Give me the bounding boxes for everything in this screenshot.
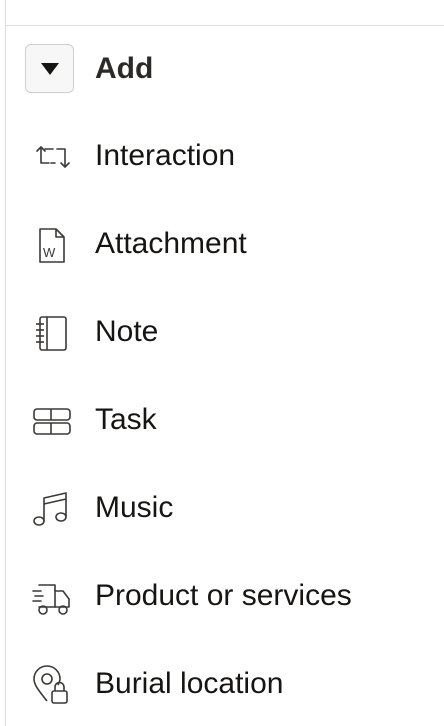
menu-item-label: Task bbox=[95, 403, 157, 436]
menu-item-label: Note bbox=[95, 315, 159, 348]
add-menu-panel: Add Interaction W Attachment Note Task M… bbox=[5, 0, 444, 726]
menu-item-label: Attachment bbox=[95, 227, 247, 260]
music-note-icon bbox=[31, 489, 71, 529]
menu-item-music[interactable]: Music bbox=[6, 477, 444, 537]
add-menu-label: Add bbox=[95, 52, 154, 85]
menu-item-attachment[interactable]: W Attachment bbox=[6, 213, 444, 273]
delivery-truck-icon bbox=[31, 577, 71, 617]
menu-item-note[interactable]: Note bbox=[6, 301, 444, 361]
add-menu-toggle-button[interactable] bbox=[25, 44, 74, 93]
location-lock-icon bbox=[31, 665, 71, 705]
menu-item-interaction[interactable]: Interaction bbox=[6, 125, 444, 185]
interaction-icon bbox=[31, 137, 71, 177]
menu-item-burial-location[interactable]: Burial location bbox=[6, 653, 444, 713]
menu-item-product-or-services[interactable]: Product or services bbox=[6, 565, 444, 625]
word-document-icon: W bbox=[31, 225, 71, 265]
menu-item-label: Interaction bbox=[95, 139, 236, 172]
task-icon bbox=[31, 401, 71, 441]
menu-item-label: Product or services bbox=[95, 579, 352, 612]
menu-item-task[interactable]: Task bbox=[6, 389, 444, 449]
add-menu-header[interactable]: Add bbox=[6, 40, 444, 100]
svg-text:W: W bbox=[43, 245, 56, 260]
caret-down-icon bbox=[40, 62, 59, 75]
menu-item-label: Music bbox=[95, 491, 174, 524]
menu-item-label: Burial location bbox=[95, 667, 284, 700]
notebook-icon bbox=[31, 313, 71, 353]
divider bbox=[6, 25, 444, 26]
